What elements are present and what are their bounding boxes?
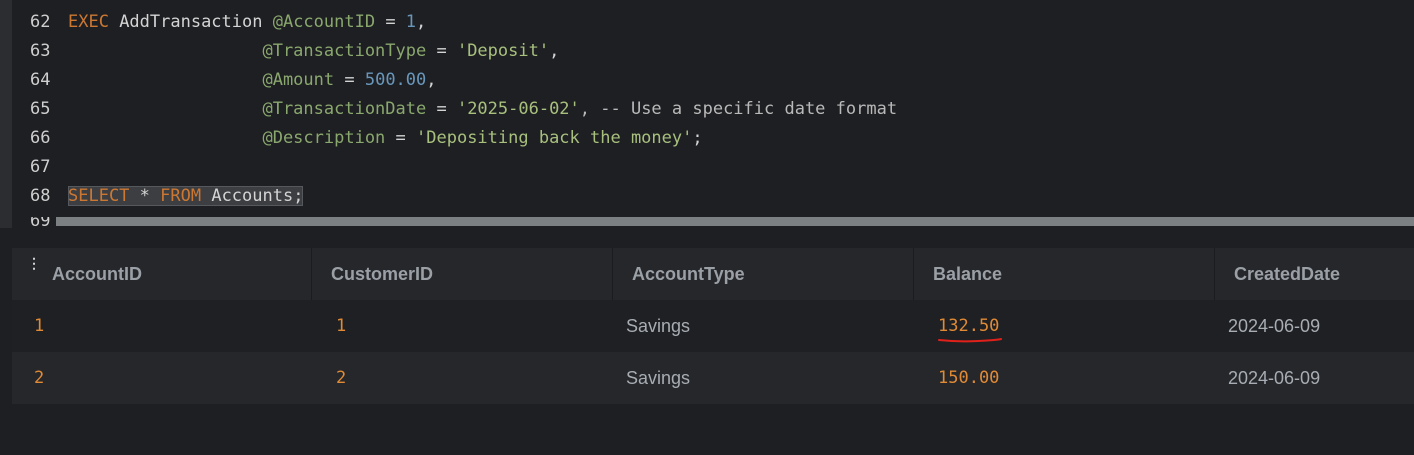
code-token: , -- Use a specific date format bbox=[579, 99, 898, 119]
line-number: 66 bbox=[30, 128, 51, 148]
code-token: @AccountID bbox=[272, 12, 376, 32]
code-token: 'Deposit' bbox=[456, 41, 550, 61]
cell-balance: 132.50 bbox=[938, 316, 1000, 336]
table-row[interactable]: 1 1 Savings 132.50 2024-06-09 bbox=[12, 300, 1414, 352]
code-line-67[interactable]: 67 bbox=[12, 153, 68, 182]
code-token: FROM bbox=[160, 186, 202, 206]
code-token: , bbox=[416, 12, 427, 32]
code-token: , bbox=[426, 70, 437, 90]
line-number: 63 bbox=[30, 41, 51, 61]
code-token: @Amount bbox=[262, 70, 335, 90]
code-text: @TransactionType = 'Deposit', bbox=[68, 41, 559, 61]
code-token: = bbox=[375, 12, 406, 32]
column-header-accountid[interactable]: AccountID bbox=[12, 248, 312, 300]
line-number: 62 bbox=[30, 12, 51, 32]
line-number: 64 bbox=[30, 70, 51, 90]
cell-createddate: 2024-06-09 bbox=[1228, 368, 1321, 388]
code-text: @Amount = 500.00, bbox=[68, 70, 437, 90]
code-token: @TransactionType bbox=[262, 41, 427, 61]
cell-customerid: 2 bbox=[336, 368, 347, 388]
code-text: SELECT * FROM Accounts; bbox=[68, 186, 304, 206]
line-number: 65 bbox=[30, 99, 51, 119]
code-token: = bbox=[385, 128, 417, 148]
code-token: '2025-06-02' bbox=[456, 99, 580, 119]
code-token: EXEC bbox=[68, 12, 109, 32]
cell-createddate: 2024-06-09 bbox=[1228, 316, 1321, 336]
line-number: 68 bbox=[30, 186, 51, 206]
code-text: @TransactionDate = '2025-06-02', -- Use … bbox=[68, 99, 897, 119]
code-text: EXEC AddTransaction @AccountID = 1, bbox=[68, 12, 426, 32]
column-header-createddate[interactable]: CreatedDate bbox=[1215, 248, 1414, 300]
cell-customerid: 1 bbox=[336, 316, 347, 336]
table-row[interactable]: 2 2 Savings 150.00 2024-06-09 bbox=[12, 352, 1414, 404]
code-line-64[interactable]: 64 @Amount = 500.00, bbox=[12, 66, 437, 95]
code-token: SELECT bbox=[68, 186, 130, 206]
cell-accounttype: Savings bbox=[626, 316, 691, 336]
code-text: @Description = 'Depositing back the mone… bbox=[68, 128, 703, 148]
line-number: 67 bbox=[30, 157, 51, 177]
cell-balance: 150.00 bbox=[938, 368, 1000, 388]
code-line-68[interactable]: 68 SELECT * FROM Accounts; bbox=[12, 182, 304, 211]
code-line-63[interactable]: 63 @TransactionType = 'Deposit', bbox=[12, 37, 559, 66]
code-token: ; bbox=[692, 128, 703, 148]
code-token: = bbox=[426, 41, 457, 61]
column-header-balance[interactable]: Balance bbox=[914, 248, 1215, 300]
code-token: = bbox=[426, 99, 457, 119]
line-number-69: 69 bbox=[30, 217, 50, 226]
code-token: 500.00 bbox=[364, 70, 427, 90]
code-token: 'Depositing back the money' bbox=[416, 128, 693, 148]
code-token: Accounts; bbox=[201, 186, 304, 206]
code-token: * bbox=[129, 186, 161, 206]
code-token: @TransactionDate bbox=[262, 99, 427, 119]
code-line-66[interactable]: 66 @Description = 'Depositing back the m… bbox=[12, 124, 703, 153]
cell-accountid: 1 bbox=[34, 316, 45, 336]
code-line-62[interactable]: 62 EXEC AddTransaction @AccountID = 1, bbox=[12, 8, 426, 37]
cell-accountid: 2 bbox=[34, 368, 45, 388]
red-underline-annotation bbox=[938, 338, 1002, 343]
results-grid: ⋮ AccountID CustomerID AccountType Balan… bbox=[12, 248, 1414, 455]
editor-gutter-edge bbox=[0, 0, 12, 228]
results-header-row: ⋮ AccountID CustomerID AccountType Balan… bbox=[12, 248, 1414, 300]
code-token: 1 bbox=[405, 12, 417, 32]
code-token: , bbox=[549, 41, 560, 61]
column-header-customerid[interactable]: CustomerID bbox=[312, 248, 613, 300]
code-token: AddTransaction bbox=[108, 12, 273, 32]
code-token: = bbox=[334, 70, 365, 90]
horizontal-scrollbar[interactable] bbox=[56, 217, 1414, 226]
code-token: @Description bbox=[262, 128, 386, 148]
cell-accounttype: Savings bbox=[626, 368, 691, 388]
sql-editor[interactable]: 62 EXEC AddTransaction @AccountID = 1, 63 … bbox=[0, 0, 1414, 228]
code-line-65[interactable]: 65 @TransactionDate = '2025-06-02', -- U… bbox=[12, 95, 897, 124]
column-header-accounttype[interactable]: AccountType bbox=[613, 248, 914, 300]
